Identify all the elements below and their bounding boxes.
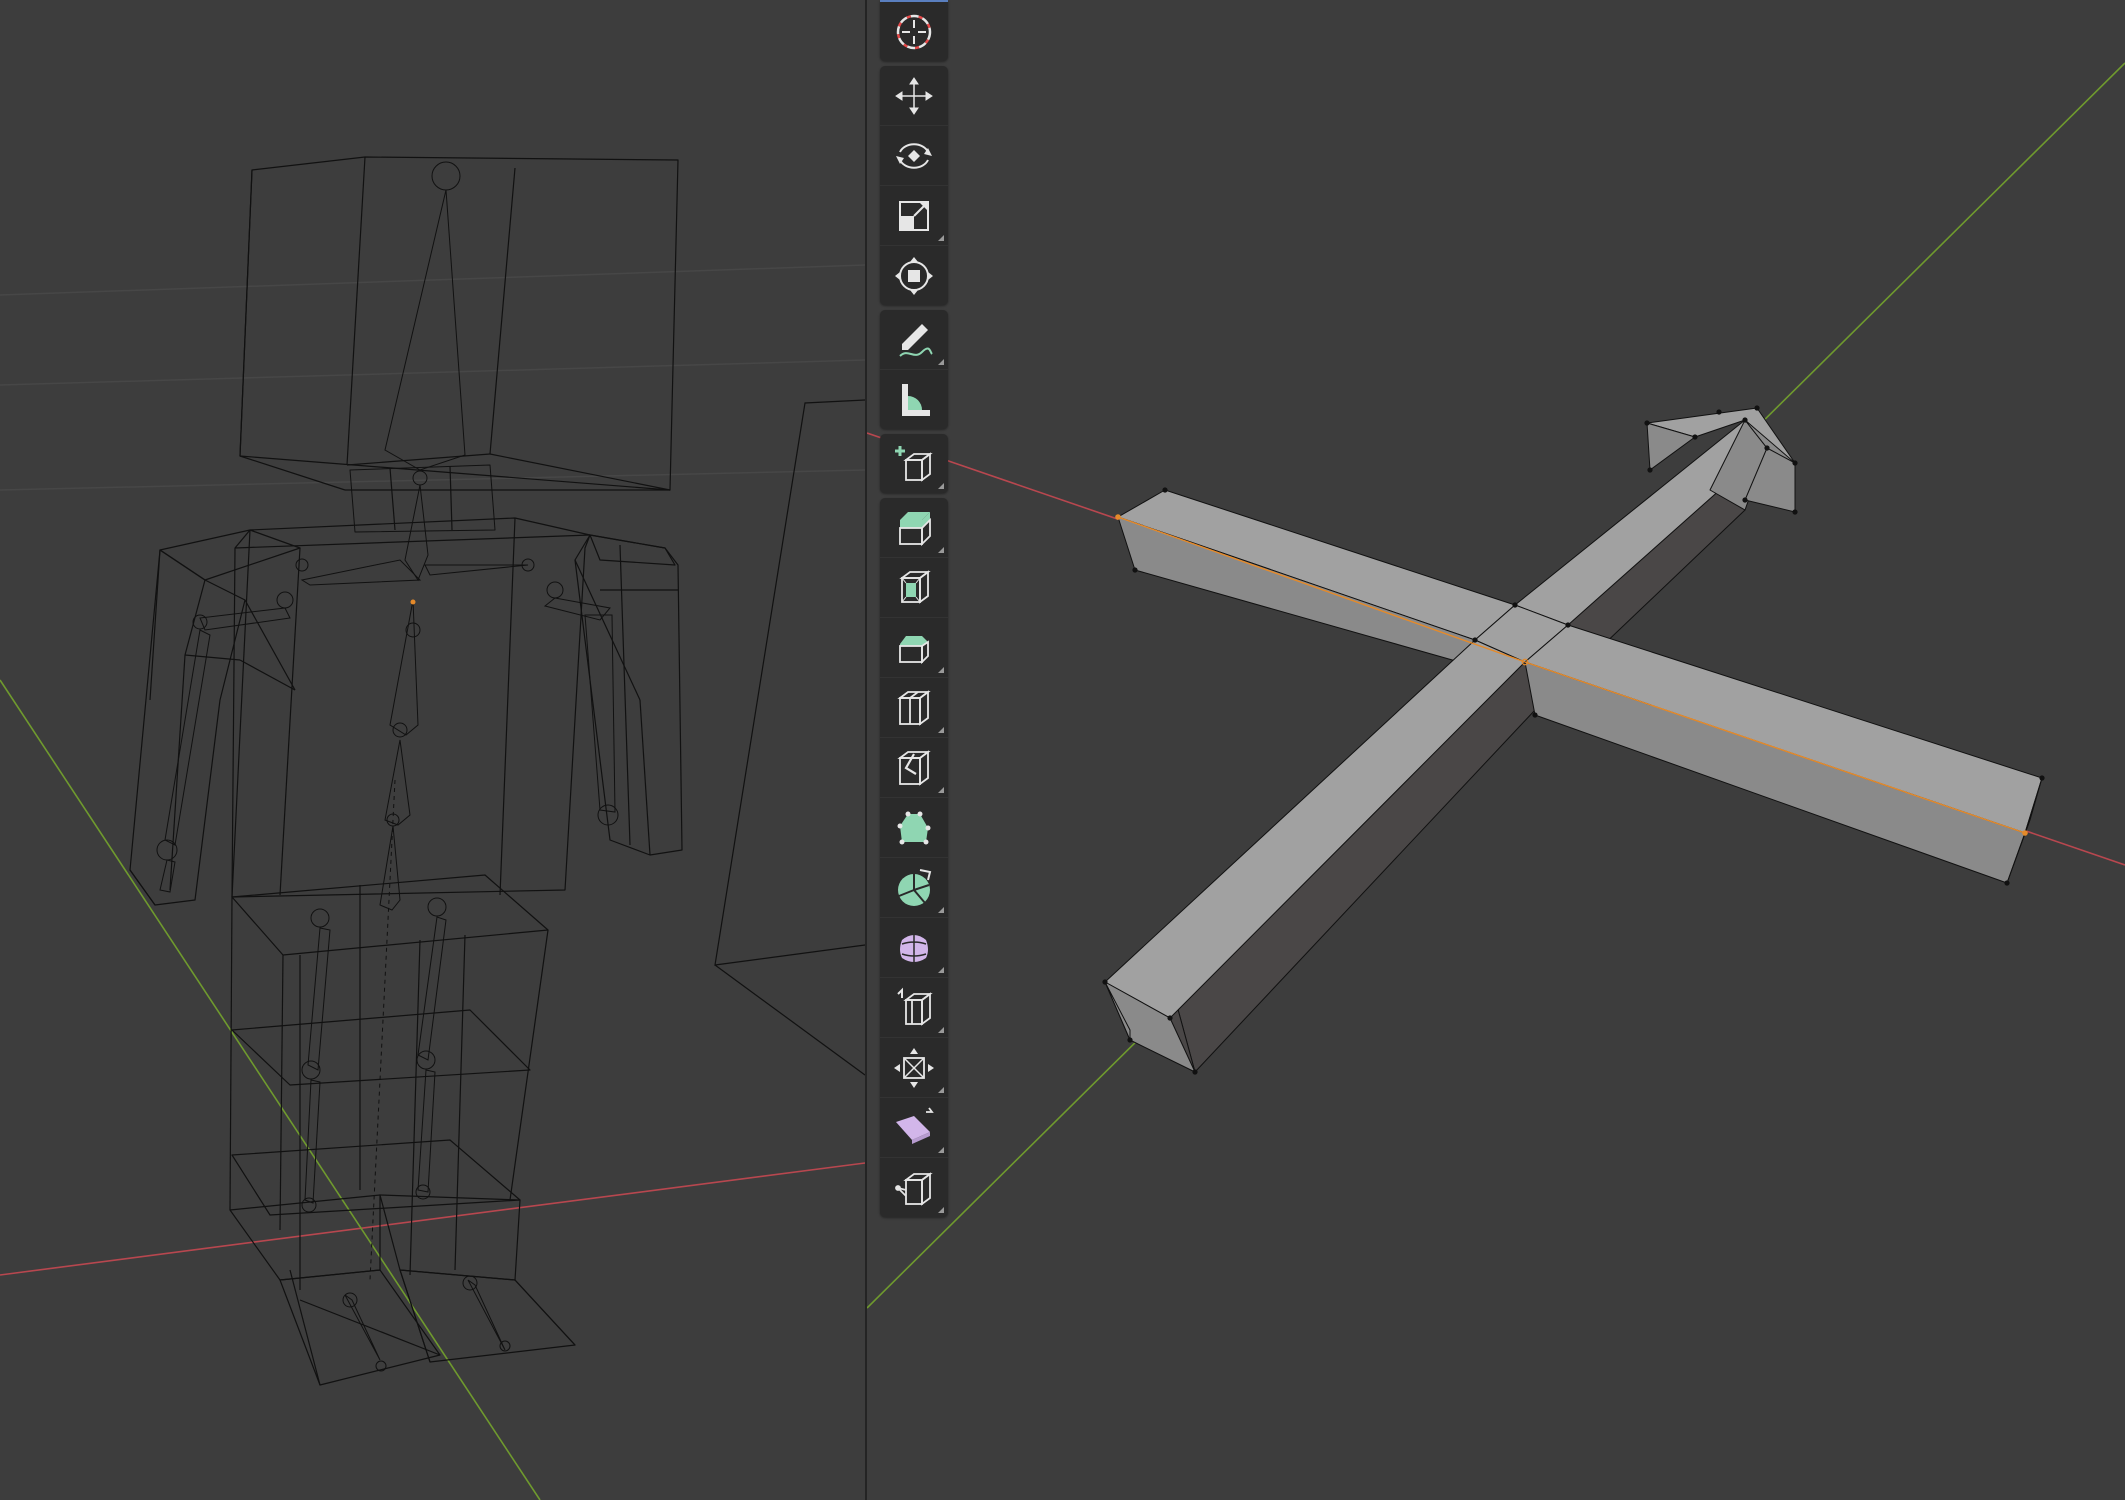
move-icon — [895, 76, 933, 115]
knife-tool-button[interactable] — [880, 738, 948, 798]
spin-icon — [898, 868, 932, 906]
add-cube-tool-button[interactable] — [880, 434, 948, 493]
poly-build-icon — [897, 811, 931, 844]
background-object-wire — [714, 399, 865, 966]
left-3d-viewport[interactable] — [0, 0, 865, 1500]
wireframe-scene — [0, 156, 865, 1500]
tool-group-mesh-edit — [880, 498, 948, 1217]
loop-cut-tool-button[interactable] — [880, 678, 948, 738]
annotate-tool-button[interactable] — [880, 310, 948, 370]
smooth-icon — [900, 933, 928, 964]
inset-faces-icon — [899, 569, 931, 604]
annotate-icon — [899, 323, 933, 357]
knife-icon — [897, 749, 931, 786]
y-axis-line — [0, 679, 541, 1500]
rotate-icon — [896, 142, 932, 169]
smooth-tool-button[interactable] — [880, 918, 948, 978]
poly-build-tool-button[interactable] — [880, 798, 948, 858]
spin-tool-button[interactable] — [880, 858, 948, 918]
measure-tool-button[interactable] — [880, 370, 948, 429]
move-tool-button[interactable] — [880, 66, 948, 126]
rip-region-icon — [895, 1171, 933, 1206]
tool-group-add — [880, 434, 948, 493]
transform-icon — [895, 256, 933, 295]
shear-icon — [896, 1106, 934, 1144]
tool-group-transform — [880, 66, 948, 305]
tool-shelf — [880, 0, 948, 1222]
measure-icon — [902, 383, 930, 416]
bevel-tool-button[interactable] — [880, 618, 948, 678]
tool-group-annotate — [880, 310, 948, 429]
character-wireframe — [129, 156, 683, 1386]
loop-cut-icon — [897, 689, 931, 726]
extrude-region-tool-button[interactable] — [880, 498, 948, 558]
inset-faces-tool-button[interactable] — [880, 558, 948, 618]
bevel-icon — [899, 635, 929, 664]
armature-bones — [156, 161, 619, 1372]
edge-slide-tool-button[interactable] — [880, 978, 948, 1038]
right-3d-viewport[interactable] — [867, 0, 2125, 1500]
scale-tool-button[interactable] — [880, 186, 948, 246]
transform-tool-button[interactable] — [880, 246, 948, 305]
add-cube-icon — [895, 445, 933, 482]
x-axis-line — [0, 1162, 865, 1276]
rotate-tool-button[interactable] — [880, 126, 948, 186]
cursor-tool-button[interactable] — [880, 2, 948, 61]
scale-icon — [899, 200, 929, 231]
edit-mode-scene — [867, 62, 2125, 1309]
tool-group-cursor — [880, 0, 948, 61]
shrink-fatten-icon — [894, 1047, 934, 1088]
edge-slide-icon — [897, 987, 933, 1026]
cursor-icon — [896, 14, 932, 49]
origin-dot — [410, 599, 416, 605]
shrink-fatten-tool-button[interactable] — [880, 1038, 948, 1098]
rip-region-tool-button[interactable] — [880, 1158, 948, 1217]
extrude-region-icon — [899, 511, 931, 546]
shear-tool-button[interactable] — [880, 1098, 948, 1158]
cross-mesh — [1104, 407, 2043, 1073]
